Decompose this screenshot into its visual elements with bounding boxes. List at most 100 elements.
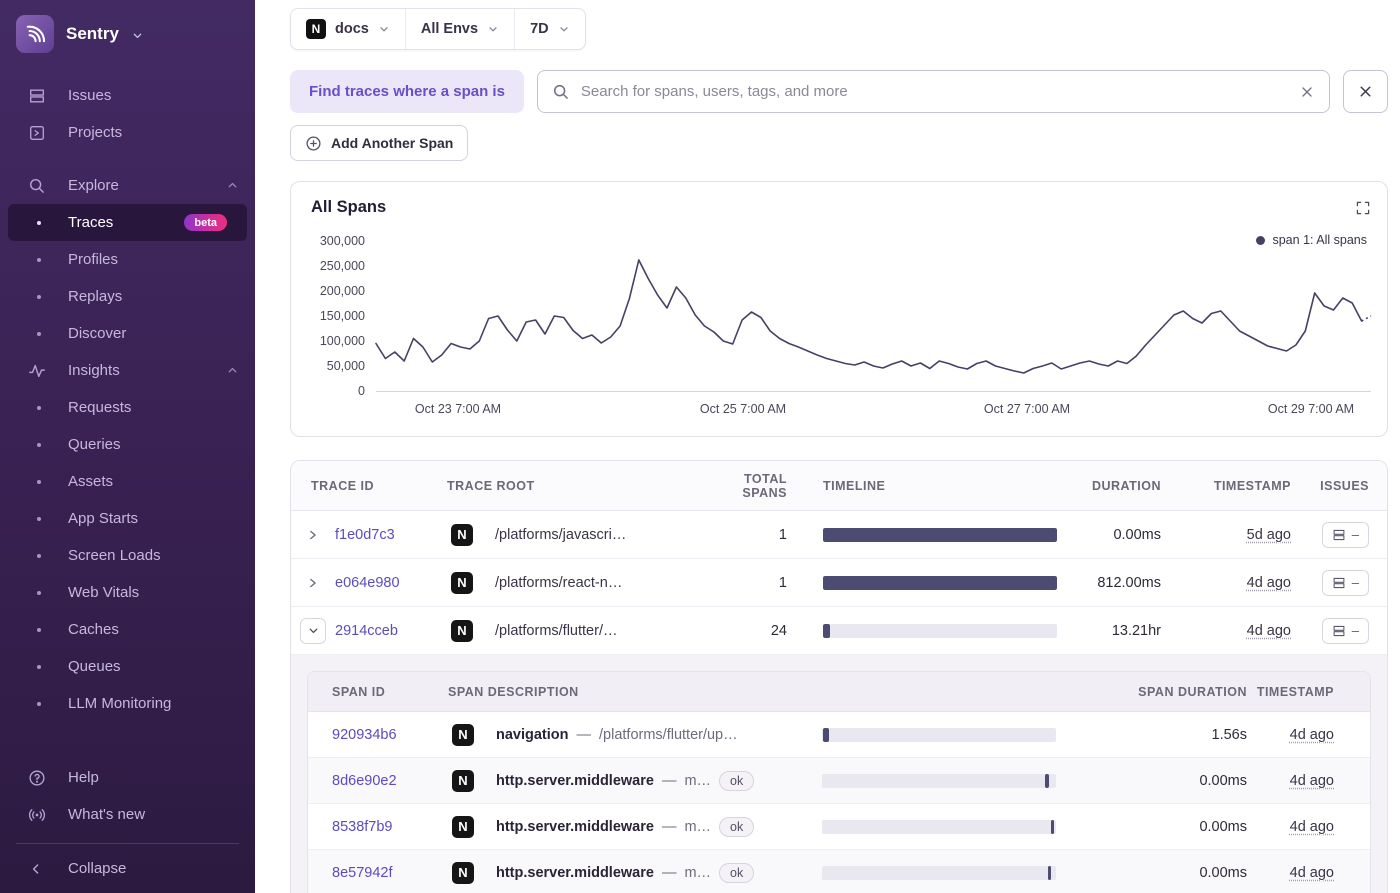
span-duration: 0.00ms bbox=[1199, 864, 1247, 881]
span-condition-chip[interactable]: Find traces where a span is bbox=[290, 70, 524, 113]
timestamp[interactable]: 4d ago bbox=[1290, 819, 1334, 835]
sidebar-item-label: Queues bbox=[68, 658, 121, 675]
timestamp[interactable]: 4d ago bbox=[1290, 773, 1334, 789]
nextjs-platform-icon: N bbox=[306, 19, 326, 39]
trace-id-link[interactable]: 2914cceb bbox=[335, 623, 447, 639]
sidebar-item-discover[interactable]: Discover bbox=[0, 315, 255, 352]
plus-circle-icon bbox=[305, 135, 322, 152]
sidebar-item-requests[interactable]: Requests bbox=[0, 389, 255, 426]
sidebar-item-label: Queries bbox=[68, 436, 121, 453]
nextjs-platform-icon: N bbox=[452, 723, 474, 746]
timestamp[interactable]: 5d ago bbox=[1247, 527, 1291, 543]
column-header-span-description: SPAN DESCRIPTION bbox=[448, 684, 579, 699]
trace-id-link[interactable]: e064e980 bbox=[335, 575, 447, 591]
sidebar-item-queries[interactable]: Queries bbox=[0, 426, 255, 463]
timeline-cell bbox=[794, 819, 1056, 834]
add-another-span-label: Add Another Span bbox=[331, 135, 454, 151]
sidebar-item-screen-loads[interactable]: Screen Loads bbox=[0, 537, 255, 574]
sidebar-section-insights[interactable]: Insights bbox=[0, 352, 255, 389]
span-id-link[interactable]: 8d6e90e2 bbox=[308, 773, 448, 789]
sidebar-item-assets[interactable]: Assets bbox=[0, 463, 255, 500]
sidebar-item-issues[interactable]: Issues bbox=[0, 77, 255, 114]
sidebar-item-label: Web Vitals bbox=[68, 584, 140, 601]
sidebar-item-web-vitals[interactable]: Web Vitals bbox=[0, 574, 255, 611]
sidebar-item-profiles[interactable]: Profiles bbox=[0, 241, 255, 278]
trace-root: /platforms/react-n… bbox=[495, 574, 623, 591]
sidebar-nav: Issues Projects Explore Traces beta Prof… bbox=[0, 69, 255, 759]
issues-count-pill[interactable]: – bbox=[1321, 569, 1369, 596]
column-header-issues: ISSUES bbox=[1320, 478, 1369, 493]
nextjs-platform-icon: N bbox=[452, 815, 474, 838]
chevron-left-icon bbox=[28, 861, 46, 877]
total-spans: 24 bbox=[770, 622, 787, 639]
span-op: http.server.middleware bbox=[496, 772, 654, 789]
spans-line-chart[interactable] bbox=[375, 241, 1372, 391]
span-search-input[interactable] bbox=[580, 83, 1288, 100]
timestamp[interactable]: 4d ago bbox=[1290, 865, 1334, 881]
sidebar-item-queues[interactable]: Queues bbox=[0, 648, 255, 685]
sidebar-item-projects[interactable]: Projects bbox=[0, 114, 255, 151]
bullet-icon bbox=[37, 590, 41, 595]
sidebar-item-whats-new[interactable]: What's new bbox=[0, 796, 255, 833]
issues-count-pill[interactable]: – bbox=[1321, 617, 1369, 644]
issues-count: – bbox=[1351, 527, 1359, 542]
timestamp[interactable]: 4d ago bbox=[1290, 727, 1334, 743]
span-op: http.server.middleware bbox=[496, 818, 654, 835]
sidebar-item-llm-monitoring[interactable]: LLM Monitoring bbox=[0, 685, 255, 722]
date-range-filter[interactable]: 7D bbox=[514, 9, 585, 49]
fullscreen-icon bbox=[1356, 201, 1370, 215]
y-axis-tick: 150,000 bbox=[319, 309, 365, 323]
environment-filter[interactable]: All Envs bbox=[404, 9, 514, 49]
span-id-link[interactable]: 920934b6 bbox=[308, 727, 448, 743]
sidebar-section-explore[interactable]: Explore bbox=[0, 167, 255, 204]
trace-id-link[interactable]: f1e0d7c3 bbox=[335, 527, 447, 543]
sidebar-item-label: Help bbox=[68, 769, 99, 786]
timestamp[interactable]: 4d ago bbox=[1247, 575, 1291, 591]
broadcast-icon bbox=[28, 806, 46, 824]
bullet-icon bbox=[37, 405, 41, 410]
trace-root: /platforms/javascri… bbox=[495, 526, 627, 543]
span-detail: /platforms/flutter/up… bbox=[599, 726, 738, 743]
spans-subtable: SPAN ID SPAN DESCRIPTION SPAN DURATION T… bbox=[307, 671, 1371, 893]
x-axis-tick: Oct 25 7:00 AM bbox=[699, 402, 787, 416]
sidebar-item-help[interactable]: Help bbox=[0, 759, 255, 796]
span-search-box[interactable] bbox=[536, 70, 1330, 113]
column-header-timeline: TIMELINE bbox=[823, 478, 886, 493]
span-id-link[interactable]: 8e57942f bbox=[308, 865, 448, 881]
sidebar: Sentry Issues Projects Explore Traces be… bbox=[0, 0, 255, 893]
org-switcher[interactable]: Sentry bbox=[0, 0, 255, 69]
issues-count: – bbox=[1351, 623, 1359, 638]
remove-span-condition-button[interactable] bbox=[1343, 70, 1388, 113]
timeline-bar bbox=[823, 575, 1057, 590]
y-axis-tick: 0 bbox=[358, 384, 365, 398]
timestamp[interactable]: 4d ago bbox=[1247, 623, 1291, 639]
sidebar-item-caches[interactable]: Caches bbox=[0, 611, 255, 648]
timeline-track bbox=[822, 727, 1056, 742]
main-content: N docs All Envs 7D Find traces where a s… bbox=[255, 0, 1400, 893]
column-header-timestamp: TIMESTAMP bbox=[1256, 684, 1334, 699]
sidebar-item-label: Replays bbox=[68, 288, 123, 305]
sidebar-item-label: Projects bbox=[68, 124, 123, 141]
sidebar-item-label: LLM Monitoring bbox=[68, 695, 172, 712]
expand-chart-button[interactable] bbox=[1355, 200, 1371, 216]
timeline-bar bbox=[823, 727, 829, 742]
org-name: Sentry bbox=[66, 24, 119, 43]
sidebar-item-app-starts[interactable]: App Starts bbox=[0, 500, 255, 537]
add-another-span-button[interactable]: Add Another Span bbox=[290, 125, 469, 161]
traces-table-header: TRACE ID TRACE ROOT TOTAL SPANS TIMELINE… bbox=[291, 461, 1387, 511]
project-filter[interactable]: N docs bbox=[291, 9, 405, 49]
sidebar-item-replays[interactable]: Replays bbox=[0, 278, 255, 315]
collapse-trace-button[interactable] bbox=[291, 617, 335, 644]
search-icon bbox=[552, 83, 570, 101]
clear-search-icon[interactable] bbox=[1299, 84, 1315, 100]
collapse-sidebar-button[interactable]: Collapse bbox=[0, 850, 255, 887]
span-id-link[interactable]: 8538f7b9 bbox=[308, 819, 448, 835]
status-badge: ok bbox=[719, 816, 755, 837]
expand-trace-button[interactable] bbox=[291, 528, 335, 542]
sidebar-item-traces[interactable]: Traces beta bbox=[8, 204, 247, 241]
expand-trace-button[interactable] bbox=[291, 576, 335, 590]
issues-count-pill[interactable]: – bbox=[1321, 521, 1369, 548]
help-icon bbox=[28, 769, 46, 787]
timeline-bar bbox=[823, 527, 1057, 542]
insights-icon bbox=[28, 362, 46, 380]
